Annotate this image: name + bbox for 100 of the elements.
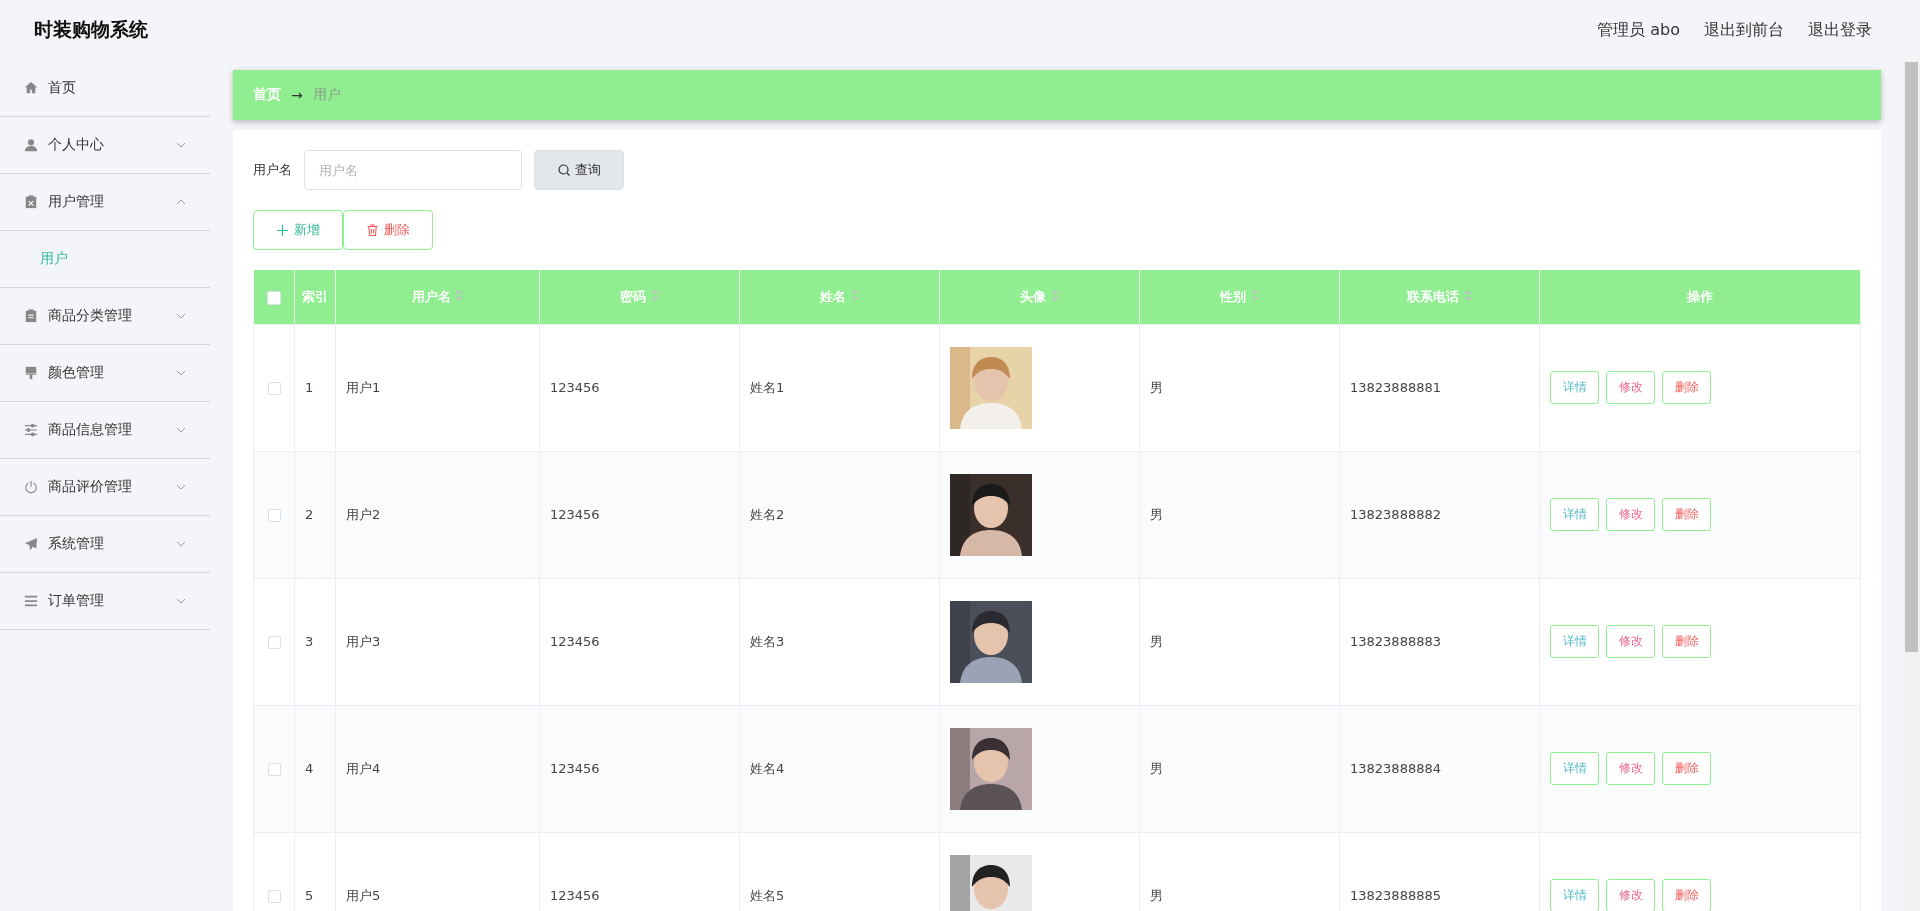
- table-cell: 姓名3: [750, 633, 785, 649]
- paper-plane-icon: [24, 537, 38, 551]
- sidebar-item[interactable]: 个人中心: [0, 117, 210, 174]
- table-cell: 1: [305, 380, 314, 395]
- table-cell: 姓名5: [750, 887, 785, 903]
- chevron-icon: [176, 427, 186, 433]
- breadcrumb-separator: →: [291, 87, 303, 103]
- search-field[interactable]: 用户名: [304, 150, 522, 190]
- column-header: 索引: [294, 270, 336, 324]
- table-cell: 姓名4: [750, 760, 785, 776]
- table-cell: 用户2: [346, 506, 381, 522]
- table-cell: 4: [305, 761, 314, 776]
- sort-icon[interactable]: [650, 289, 659, 301]
- table-cell: 男: [1150, 379, 1163, 395]
- delete-button[interactable]: 删除: [1662, 752, 1711, 785]
- list-icon: [24, 594, 38, 608]
- checkbox[interactable]: [267, 509, 281, 522]
- table-cell: 用户5: [346, 887, 381, 903]
- chevron-icon: [176, 142, 186, 148]
- search-icon: [557, 164, 570, 176]
- sidebar-item[interactable]: 用户管理: [0, 174, 210, 231]
- sidebar-item[interactable]: 系统管理: [0, 516, 210, 573]
- table-cell: 用户3: [346, 633, 381, 649]
- table-cell: 123456: [550, 634, 600, 649]
- detail-button[interactable]: 详情: [1550, 879, 1599, 911]
- query-button[interactable]: 查询: [534, 150, 624, 190]
- sidebar-subitem[interactable]: 用户: [0, 231, 210, 288]
- edit-button[interactable]: 修改: [1606, 498, 1655, 531]
- breadcrumb-item[interactable]: 用户: [312, 86, 341, 104]
- brush-icon: [24, 366, 38, 380]
- add-button[interactable]: 新增: [253, 210, 343, 250]
- table-cell: 用户4: [346, 760, 381, 776]
- detail-button[interactable]: 详情: [1550, 498, 1599, 531]
- edit-button[interactable]: 修改: [1606, 371, 1655, 404]
- checkbox[interactable]: [267, 382, 281, 395]
- table-cell: 123456: [550, 507, 600, 522]
- sidebar-item[interactable]: 商品分类管理: [0, 288, 210, 345]
- edit-button[interactable]: 修改: [1606, 625, 1655, 658]
- delete-button[interactable]: 删除: [1662, 625, 1711, 658]
- table-cell: 13823888884: [1350, 761, 1441, 776]
- search-label: 用户名: [253, 161, 292, 179]
- checkbox[interactable]: [267, 890, 281, 903]
- table-cell: 13823888882: [1350, 507, 1441, 522]
- chevron-icon: [176, 598, 186, 604]
- table-cell: 13823888883: [1350, 634, 1441, 649]
- detail-button[interactable]: 详情: [1550, 371, 1599, 404]
- edit-button[interactable]: 修改: [1606, 752, 1655, 785]
- delete-button[interactable]: 删除: [1662, 498, 1711, 531]
- table-cell: 男: [1150, 887, 1163, 903]
- app-title: 时装购物系统: [34, 17, 149, 42]
- sliders-icon: [24, 423, 38, 437]
- table-cell: 5: [305, 888, 314, 903]
- checkbox[interactable]: [266, 290, 281, 305]
- chevron-icon: [176, 541, 186, 547]
- table-cell: 2: [305, 507, 314, 522]
- person-icon: [24, 138, 38, 152]
- table-cell: 13823888881: [1350, 380, 1441, 395]
- checkbox[interactable]: [267, 763, 281, 776]
- table-cell: 123456: [550, 761, 600, 776]
- chevron-icon: [176, 370, 186, 376]
- sort-icon[interactable]: [850, 289, 859, 301]
- clipboard-icon: [24, 309, 38, 323]
- checkbox[interactable]: [267, 636, 281, 649]
- delete-button[interactable]: 删除: [1662, 879, 1711, 911]
- chevron-icon: [176, 313, 186, 319]
- table-cell: 男: [1150, 506, 1163, 522]
- edit-button[interactable]: 修改: [1606, 879, 1655, 911]
- plus-icon: [276, 224, 288, 236]
- sidebar-item[interactable]: 商品信息管理: [0, 402, 210, 459]
- header-link[interactable]: 退出到前台: [1704, 19, 1784, 41]
- sort-icon[interactable]: [1463, 289, 1472, 301]
- sort-icon[interactable]: [455, 289, 464, 301]
- chevron-icon: [176, 484, 186, 490]
- sort-icon[interactable]: [1250, 289, 1259, 301]
- sidebar-item[interactable]: 订单管理: [0, 573, 210, 630]
- table-cell: 男: [1150, 760, 1163, 776]
- delete-button[interactable]: 删除: [343, 210, 433, 250]
- table-cell: 用户1: [346, 379, 381, 395]
- sidebar-item[interactable]: 商品评价管理: [0, 459, 210, 516]
- home-icon: [24, 81, 38, 95]
- chevron-icon: [176, 199, 186, 205]
- table-cell: 123456: [550, 380, 600, 395]
- table-cell: 13823888885: [1350, 888, 1441, 903]
- sidebar-item[interactable]: 首页: [0, 60, 210, 117]
- table-cell: 姓名2: [750, 506, 785, 522]
- table-cell: 姓名1: [750, 379, 785, 395]
- user-label: 管理员 abo: [1597, 19, 1680, 41]
- header-link[interactable]: 退出登录: [1808, 19, 1872, 41]
- clipboard-icon: [24, 195, 38, 209]
- column-header: 操作: [1539, 270, 1861, 324]
- delete-button[interactable]: 删除: [1662, 371, 1711, 404]
- detail-button[interactable]: 详情: [1550, 625, 1599, 658]
- detail-button[interactable]: 详情: [1550, 752, 1599, 785]
- sort-icon[interactable]: [1050, 289, 1059, 301]
- power-icon: [24, 480, 38, 494]
- table-cell: 3: [305, 634, 314, 649]
- table-cell: 男: [1150, 633, 1163, 649]
- scrollbar[interactable]: [1903, 60, 1920, 911]
- sidebar-item[interactable]: 颜色管理: [0, 345, 210, 402]
- table-cell: 123456: [550, 888, 600, 903]
